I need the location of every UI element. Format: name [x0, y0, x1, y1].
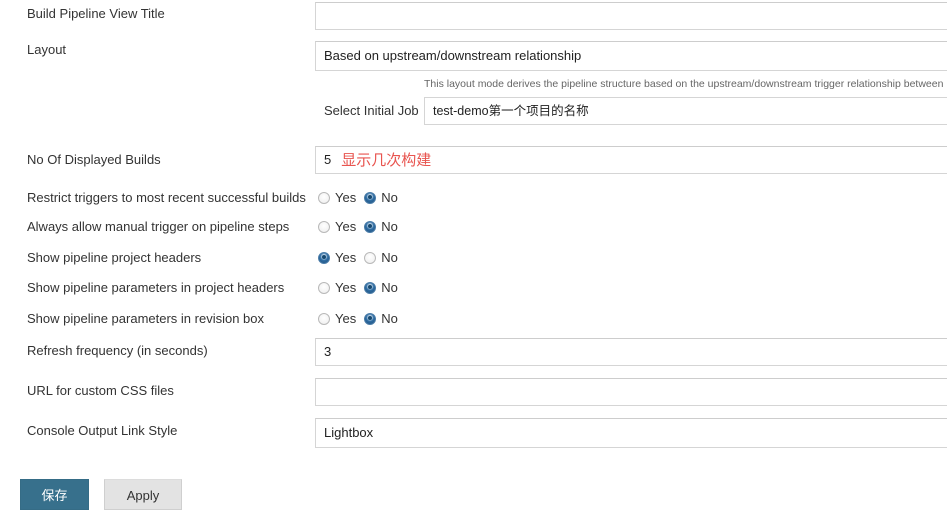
radio-icon	[364, 192, 377, 204]
radio-label-yes: Yes	[335, 190, 357, 205]
build-pipeline-config-form: Build Pipeline View Title Layout Based o…	[0, 0, 947, 522]
radio-icon	[318, 192, 330, 204]
radio-params-project-headers-yes[interactable]: Yes	[318, 280, 356, 296]
layout-help-text: This layout mode derives the pipeline st…	[424, 78, 944, 90]
radio-params-revision-box-yes[interactable]: Yes	[318, 311, 356, 327]
radio-params-revision-box-no[interactable]: No	[364, 311, 398, 327]
select-console-link-style[interactable]: Lightbox	[315, 418, 947, 448]
radio-icon	[318, 252, 330, 264]
input-displayed-builds-value: 5	[324, 152, 332, 167]
radio-restrict-triggers-yes[interactable]: Yes	[318, 190, 356, 206]
radio-label-no: No	[381, 311, 398, 326]
radio-label-yes: Yes	[335, 250, 357, 265]
label-params-revision-box: Show pipeline parameters in revision box	[27, 311, 265, 326]
input-refresh-frequency-value: 3	[324, 344, 332, 359]
input-displayed-builds[interactable]: 5 显示几次构建	[315, 146, 947, 174]
radio-label-no: No	[381, 190, 398, 205]
input-custom-css-url[interactable]	[315, 378, 947, 406]
label-select-initial-job: Select Initial Job	[324, 103, 419, 118]
label-manual-trigger: Always allow manual trigger on pipeline …	[27, 219, 290, 234]
radio-group-params-project-headers: Yes No	[318, 280, 406, 296]
label-params-project-headers: Show pipeline parameters in project head…	[27, 280, 285, 295]
radio-icon	[318, 221, 330, 233]
form-button-bar: 保存 Apply	[0, 479, 947, 513]
radio-icon	[364, 282, 377, 294]
annotation-initial-job: 第一个项目的名称	[488, 104, 589, 118]
select-layout[interactable]: Based on upstream/downstream relationshi…	[315, 41, 947, 71]
radio-label-yes: Yes	[335, 311, 357, 326]
radio-group-restrict-triggers: Yes No	[318, 190, 406, 206]
radio-group-project-headers: Yes No	[318, 250, 406, 266]
label-project-headers: Show pipeline project headers	[27, 250, 202, 265]
apply-button[interactable]: Apply	[104, 479, 182, 510]
input-view-title[interactable]	[315, 2, 947, 30]
label-displayed-builds: No Of Displayed Builds	[27, 152, 161, 167]
radio-restrict-triggers-no[interactable]: No	[364, 190, 398, 206]
radio-icon	[364, 313, 377, 325]
select-console-link-style-value: Lightbox	[324, 425, 374, 440]
radio-manual-trigger-yes[interactable]: Yes	[318, 219, 356, 235]
radio-icon	[364, 252, 377, 264]
radio-icon	[364, 221, 377, 233]
radio-label-no: No	[381, 280, 398, 295]
label-restrict-triggers: Restrict triggers to most recent success…	[27, 190, 306, 205]
radio-label-no: No	[381, 250, 398, 265]
radio-group-params-revision-box: Yes No	[318, 311, 406, 327]
radio-label-yes: Yes	[335, 280, 357, 295]
label-custom-css-url: URL for custom CSS files	[27, 383, 174, 398]
input-refresh-frequency[interactable]: 3	[315, 338, 947, 366]
label-layout: Layout	[27, 42, 67, 57]
radio-manual-trigger-no[interactable]: No	[364, 219, 398, 235]
radio-group-manual-trigger: Yes No	[318, 219, 406, 235]
annotation-displayed-builds: 显示几次构建	[341, 152, 432, 169]
radio-icon	[318, 282, 330, 294]
radio-project-headers-no[interactable]: No	[364, 250, 398, 266]
radio-label-no: No	[381, 219, 398, 234]
radio-project-headers-yes[interactable]: Yes	[318, 250, 356, 266]
label-console-link-style: Console Output Link Style	[27, 423, 178, 438]
select-initial-job-value: test-demo	[433, 104, 489, 118]
label-view-title: Build Pipeline View Title	[27, 6, 165, 21]
select-initial-job[interactable]: test-demo第一个项目的名称	[424, 97, 947, 125]
radio-params-project-headers-no[interactable]: No	[364, 280, 398, 296]
radio-icon	[318, 313, 330, 325]
save-button[interactable]: 保存	[20, 479, 89, 510]
select-layout-value: Based on upstream/downstream relationshi…	[324, 48, 582, 63]
radio-label-yes: Yes	[335, 219, 357, 234]
label-refresh-frequency: Refresh frequency (in seconds)	[27, 343, 208, 358]
